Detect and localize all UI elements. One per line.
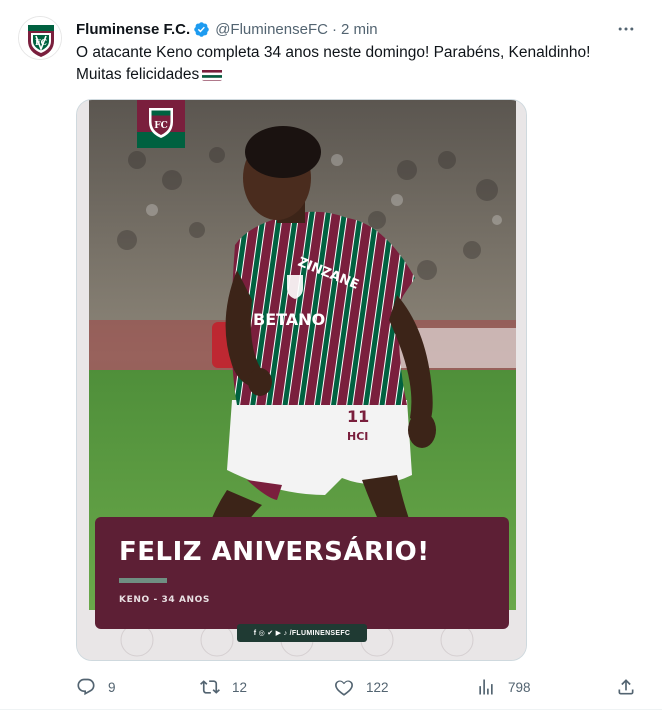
more-options-button[interactable] xyxy=(612,15,640,43)
share-button[interactable] xyxy=(616,672,636,702)
birthday-card: FELIZ ANIVERSÁRIO! KENO - 34 ANOS xyxy=(95,517,509,629)
views-chart-icon xyxy=(479,679,493,695)
retweet-icon xyxy=(200,680,220,694)
reply-count: 9 xyxy=(108,679,116,695)
author-name[interactable]: Fluminense F.C. xyxy=(76,21,190,38)
views-count: 798 xyxy=(508,679,531,695)
svg-text:FC: FC xyxy=(35,37,47,47)
svg-text:FC: FC xyxy=(154,121,168,131)
jersey-number-text: 11 xyxy=(347,407,369,426)
tweet-text-line-1: O atacante Keno completa 34 anos neste d… xyxy=(76,44,591,61)
retweet-count: 12 xyxy=(232,679,248,695)
tweet-media-image[interactable]: ZINZANE BETANO 11 HCI FC FELIZ ANIVERSÁR… xyxy=(76,99,527,661)
jersey-sponsor-text: BETANO xyxy=(253,310,325,329)
separator-dot: · xyxy=(331,20,337,38)
birthday-headline: FELIZ ANIVERSÁRIO! xyxy=(119,537,430,567)
tweet: FC Fluminense F.C. @FluminenseFC · 2 min… xyxy=(0,0,662,710)
tweet-text-line-2-text: Muitas felicidades xyxy=(76,66,200,83)
tweet-text: O atacante Keno completa 34 anos neste d… xyxy=(76,42,646,86)
share-icon xyxy=(618,679,634,695)
club-crest-badge: FC xyxy=(137,100,185,148)
social-handle-bar: f ◎ ✔ ▶ ♪ /FLUMINENSEFC xyxy=(237,624,367,642)
tweet-timestamp[interactable]: 2 min xyxy=(341,21,378,38)
fluminense-crest-icon: FC xyxy=(137,100,185,148)
fluminense-crest-icon: FC xyxy=(19,17,61,59)
retweet-button[interactable]: 12 xyxy=(200,672,247,702)
reply-button[interactable]: 9 xyxy=(76,672,116,702)
like-count: 122 xyxy=(366,679,389,695)
author-handle[interactable]: @FluminenseFC xyxy=(215,21,328,38)
card-divider xyxy=(119,578,167,583)
heart-icon xyxy=(335,680,353,696)
verified-badge-icon xyxy=(194,21,209,37)
tweet-actions: 9 12 122 798 xyxy=(76,672,646,702)
birthday-subline: KENO - 34 ANOS xyxy=(119,595,210,605)
fluminense-flag-emoji-icon xyxy=(202,68,223,81)
tweet-text-line-2: Muitas felicidades xyxy=(76,64,646,86)
like-button[interactable]: 122 xyxy=(334,672,389,702)
reply-icon xyxy=(77,678,95,696)
author-avatar[interactable]: FC xyxy=(18,16,62,60)
shorts-sponsor-text: HCI xyxy=(347,430,368,443)
views-button[interactable]: 798 xyxy=(476,672,531,702)
more-horizontal-icon xyxy=(618,27,634,31)
tweet-header: Fluminense F.C. @FluminenseFC · 2 min xyxy=(76,18,646,40)
